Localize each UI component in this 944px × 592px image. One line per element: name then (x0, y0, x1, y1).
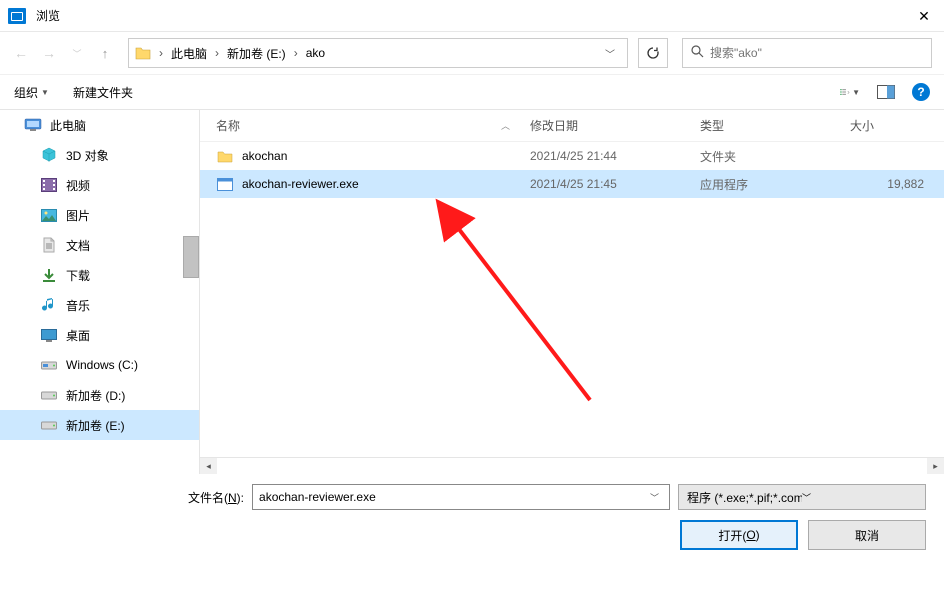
chevron-down-icon: ﹀ (802, 491, 917, 504)
file-list: akochan 2021/4/25 21:44 文件夹 akochan-revi… (200, 142, 944, 457)
filename-input[interactable] (259, 490, 646, 504)
drive-icon (40, 417, 58, 433)
nav-back-icon[interactable]: ← (12, 45, 30, 61)
sidebar-item-drive-d[interactable]: 新加卷 (D:) (0, 380, 199, 410)
chevron-down-icon: ▼ (852, 88, 860, 97)
sidebar-item-label: 下载 (66, 267, 90, 284)
sidebar-item-music[interactable]: 音乐 (0, 290, 199, 320)
drive-icon (40, 387, 58, 403)
breadcrumb: › 此电脑 › 新加卷 (E:) › ako (157, 45, 599, 62)
cube-icon (40, 147, 58, 163)
drive-icon (40, 357, 58, 373)
scrollbar-thumb[interactable] (183, 236, 199, 278)
sidebar-item-videos[interactable]: 视频 (0, 170, 199, 200)
nav-recent-dropdown[interactable]: ﹀ (68, 47, 86, 60)
chevron-down-icon[interactable]: ﹀ (646, 491, 663, 504)
scroll-right-icon[interactable]: ▸ (927, 458, 944, 475)
organize-menu[interactable]: 组织▼ (14, 84, 49, 101)
search-input[interactable] (710, 46, 923, 60)
file-name: akochan-reviewer.exe (242, 177, 530, 191)
sidebar-item-label: Windows (C:) (66, 358, 138, 372)
sidebar-item-label: 文档 (66, 237, 90, 254)
column-header-size[interactable]: 大小 (850, 117, 944, 134)
sidebar-item-3d-objects[interactable]: 3D 对象 (0, 140, 199, 170)
open-button[interactable]: 打开(O) (680, 520, 798, 550)
view-options-icon[interactable]: ▼ (840, 84, 860, 100)
nav-forward-icon[interactable]: → (40, 45, 58, 61)
application-icon (216, 178, 234, 191)
column-header-date[interactable]: 修改日期 (530, 117, 700, 134)
refresh-button[interactable] (638, 38, 668, 68)
document-icon (40, 237, 58, 253)
column-header-name[interactable]: 名称 ︿ (200, 117, 530, 134)
preview-pane-icon[interactable] (876, 84, 896, 100)
file-date: 2021/4/25 21:44 (530, 149, 700, 163)
sidebar-item-label: 视频 (66, 177, 90, 194)
sidebar: 此电脑 3D 对象 视频 图片 文档 下载 音乐 桌面 (0, 110, 200, 474)
search-box[interactable] (682, 38, 932, 68)
folder-icon (135, 46, 151, 60)
nav-up-icon[interactable]: ↑ (96, 46, 114, 61)
horizontal-scrollbar[interactable]: ◂ ▸ (200, 457, 944, 474)
chevron-right-icon[interactable]: › (157, 46, 165, 60)
desktop-icon (40, 327, 58, 343)
help-icon[interactable]: ? (912, 83, 930, 101)
sidebar-item-downloads[interactable]: 下载 (0, 260, 199, 290)
cancel-button[interactable]: 取消 (808, 520, 926, 550)
sidebar-item-label: 3D 对象 (66, 147, 109, 164)
app-icon (8, 8, 26, 24)
sidebar-item-label: 新加卷 (E:) (66, 417, 125, 434)
chevron-right-icon[interactable]: › (213, 46, 221, 60)
chevron-right-icon[interactable]: › (292, 46, 300, 60)
file-row-exe[interactable]: akochan-reviewer.exe 2021/4/25 21:45 应用程… (200, 170, 944, 198)
file-size: 19,882 (850, 177, 944, 191)
scroll-left-icon[interactable]: ◂ (200, 458, 217, 475)
sidebar-item-label: 新加卷 (D:) (66, 387, 125, 404)
column-headers: 名称 ︿ 修改日期 类型 大小 (200, 110, 944, 142)
file-name: akochan (242, 149, 530, 163)
file-type-filter[interactable]: 程序 (*.exe;*.pif;*.com;*.bat;* ﹀ (678, 484, 926, 510)
address-bar[interactable]: › 此电脑 › 新加卷 (E:) › ako ﹀ (128, 38, 628, 68)
scrollbar-track[interactable] (217, 458, 927, 475)
picture-icon (40, 207, 58, 223)
sidebar-item-label: 图片 (66, 207, 90, 224)
breadcrumb-item[interactable]: ako (302, 46, 329, 60)
sidebar-item-desktop[interactable]: 桌面 (0, 320, 199, 350)
file-date: 2021/4/25 21:45 (530, 177, 700, 191)
chevron-down-icon: ▼ (41, 88, 49, 97)
filename-input-wrapper[interactable]: ﹀ (252, 484, 670, 510)
sidebar-item-label: 此电脑 (50, 117, 86, 134)
file-type: 文件夹 (700, 148, 850, 165)
breadcrumb-item[interactable]: 新加卷 (E:) (223, 45, 290, 62)
sidebar-item-drive-e[interactable]: 新加卷 (E:) (0, 410, 199, 440)
music-icon (40, 297, 58, 313)
column-header-type[interactable]: 类型 (700, 117, 850, 134)
new-folder-button[interactable]: 新建文件夹 (73, 84, 133, 101)
search-icon (691, 45, 704, 61)
file-type: 应用程序 (700, 176, 850, 193)
address-dropdown-icon[interactable]: ﹀ (599, 46, 621, 61)
file-row-folder[interactable]: akochan 2021/4/25 21:44 文件夹 (200, 142, 944, 170)
video-icon (40, 177, 58, 193)
computer-icon (24, 117, 42, 133)
sidebar-item-pictures[interactable]: 图片 (0, 200, 199, 230)
folder-icon (216, 150, 234, 163)
close-button[interactable]: ✕ (912, 4, 936, 28)
sidebar-item-this-pc[interactable]: 此电脑 (0, 110, 199, 140)
sort-indicator-icon: ︿ (501, 119, 510, 132)
filename-label: 文件名(N): (18, 489, 244, 506)
filter-text: 程序 (*.exe;*.pif;*.com;*.bat;* (687, 489, 802, 506)
window-title: 浏览 (36, 7, 60, 24)
breadcrumb-item[interactable]: 此电脑 (167, 45, 211, 62)
sidebar-item-drive-c[interactable]: Windows (C:) (0, 350, 199, 380)
sidebar-item-label: 音乐 (66, 297, 90, 314)
sidebar-item-label: 桌面 (66, 327, 90, 344)
download-icon (40, 267, 58, 283)
sidebar-item-documents[interactable]: 文档 (0, 230, 199, 260)
